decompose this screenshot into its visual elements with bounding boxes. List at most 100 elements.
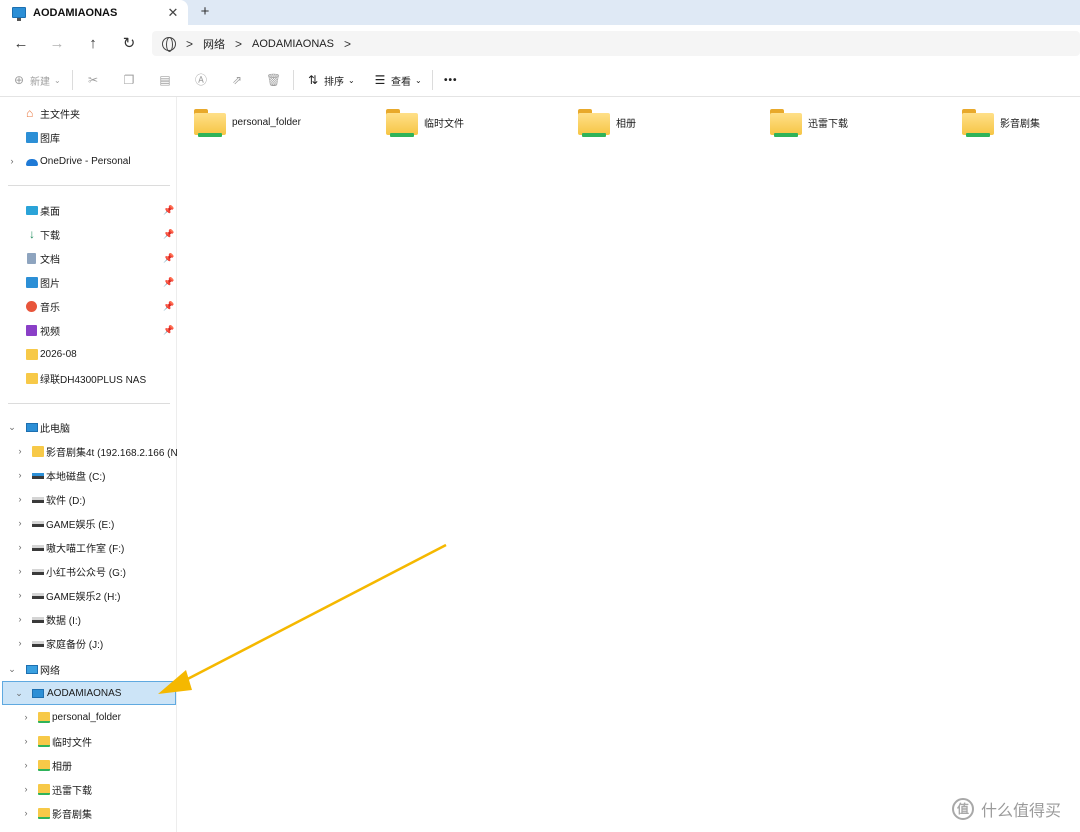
sidebar-item-label: 网络 [40,665,60,677]
more-button[interactable]: ••• [444,70,458,90]
chevron-right-icon[interactable]: › [21,808,31,818]
sidebar-item-network[interactable]: ⌄ 网络 [0,657,177,681]
sidebar-item-nas-folder[interactable]: › personal_folder [0,705,177,729]
drive-icon [32,497,44,503]
folder-tile[interactable]: personal_folder [194,106,301,138]
chevron-right-icon[interactable]: › [15,518,25,528]
chevron-right-icon[interactable]: › [7,156,17,166]
copy-button[interactable]: ❐ [122,70,136,90]
share-button[interactable]: ⇗ [230,70,244,90]
sidebar-item-videos[interactable]: 视频 📌 [0,318,177,342]
drive-icon [32,521,44,527]
toolbar-divider [432,70,433,90]
chevron-right-icon[interactable]: › [15,494,25,504]
sidebar-item-pictures[interactable]: 图片 📌 [0,270,177,294]
sidebar-item-drive[interactable]: › 本地磁盘 (C:) [0,463,177,487]
trash-icon: 🗑 [266,73,282,87]
rename-button[interactable]: Ⓐ [194,70,208,90]
folder-tile[interactable]: 影音剧集 [962,106,1040,138]
sidebar-item-ugreen-nas[interactable]: 绿联DH4300PLUS NAS [0,366,177,390]
chevron-down-icon[interactable]: ⌄ [7,422,17,433]
chevron-down-icon: ⌄ [415,75,422,85]
sidebar-item-home[interactable]: ⌂ 主文件夹 [0,101,177,125]
sidebar-item-desktop[interactable]: 桌面 📌 [0,198,177,222]
sidebar-item-this-pc[interactable]: ⌄ 此电脑 [0,415,177,439]
sidebar-item-label: GAME娱乐 (E:) [46,519,115,531]
sidebar-item-drive[interactable]: › 数据 (I:) [0,607,177,631]
sidebar-item-drive[interactable]: › GAME娱乐2 (H:) [0,583,177,607]
forward-button[interactable]: → [47,34,67,54]
refresh-button[interactable]: ↻ [119,34,139,54]
toolbar-divider [293,70,294,90]
pin-icon[interactable]: 📌 [163,325,174,336]
sidebar-item-nas-folder[interactable]: › 临时文件 [0,729,177,753]
sidebar-item-nas-folder[interactable]: › 迅雷下载 [0,777,177,801]
network-folder-icon [38,735,50,747]
sidebar-item-drive[interactable]: › 影音剧集4t (192.168.2.166 (NA [0,439,177,463]
chevron-right-icon[interactable]: › [21,760,31,770]
picture-icon [26,276,38,288]
up-button[interactable]: ↑ [83,34,103,54]
sidebar-item-label: 临时文件 [52,737,92,749]
sidebar-divider [8,403,170,404]
back-button[interactable]: ← [11,34,31,54]
chevron-right-icon[interactable]: › [15,470,25,480]
chevron-right-icon[interactable]: › [21,712,31,722]
sidebar-item-music[interactable]: 音乐 📌 [0,294,177,318]
pin-icon[interactable]: 📌 [163,229,174,240]
sort-button[interactable]: ⇅ 排序 ⌄ [306,70,355,90]
cut-button[interactable]: ✂ [86,70,100,90]
network-icon [26,664,38,674]
folder-tile[interactable]: 迅雷下载 [770,106,848,138]
sidebar-item-drive[interactable]: › GAME娱乐 (E:) [0,511,177,535]
chevron-right-icon[interactable]: › [15,590,25,600]
pin-icon[interactable]: 📌 [163,253,174,264]
command-bar: ⊕ 新建 ⌄ ✂ ❐ ▤ Ⓐ ⇗ 🗑 ⇅ 排序 ⌄ ☰ 查看 ⌄ ••• [0,62,1080,97]
view-button[interactable]: ☰ 查看 ⌄ [373,70,422,90]
breadcrumb-nas[interactable]: AODAMIAONAS [252,38,334,50]
sort-icon: ⇅ [307,73,319,87]
chevron-right-icon[interactable]: › [15,446,25,456]
pin-icon[interactable]: 📌 [163,301,174,312]
chevron-down-icon[interactable]: ⌄ [7,664,17,675]
sidebar-item-label: 音乐 [40,302,60,314]
folder-tile[interactable]: 相册 [578,106,636,138]
sidebar-item-drive[interactable]: › 家庭备份 (J:) [0,631,177,655]
breadcrumb-separator: > [235,36,243,51]
chevron-right-icon[interactable]: › [15,542,25,552]
explorer-tab[interactable]: AODAMIAONAS ✕ [0,0,188,25]
paste-button[interactable]: ▤ [158,70,172,90]
pin-icon[interactable]: 📌 [163,277,174,288]
folder-name: 迅雷下载 [808,118,848,130]
folder-tile[interactable]: 临时文件 [386,106,464,138]
sidebar-item-nas-selected[interactable]: ⌄ AODAMIAONAS [2,681,176,705]
sidebar-item-gallery[interactable]: 图库 [0,125,177,149]
chevron-down-icon: ⌄ [348,75,355,85]
new-tab-button[interactable]: + [196,3,214,21]
sidebar-item-folder-2026-08[interactable]: 2026-08 [0,342,177,366]
chevron-right-icon[interactable]: › [21,736,31,746]
sidebar-item-documents[interactable]: 文档 📌 [0,246,177,270]
sidebar-item-onedrive[interactable]: › OneDrive - Personal [0,149,177,173]
chevron-right-icon[interactable]: › [15,566,25,576]
windows-drive-icon [32,473,44,479]
delete-button[interactable]: 🗑 [266,70,282,90]
chevron-down-icon[interactable]: ⌄ [14,688,24,699]
computer-icon [32,688,44,698]
sidebar-item-nas-folder[interactable]: › 影音剧集 [0,801,177,825]
sidebar-item-drive[interactable]: › 软件 (D:) [0,487,177,511]
pin-icon[interactable]: 📌 [163,205,174,216]
chevron-right-icon[interactable]: › [15,638,25,648]
new-button[interactable]: ⊕ 新建 ⌄ [12,70,61,90]
computer-icon [12,7,26,21]
sidebar-item-label: personal_folder [52,711,121,723]
chevron-right-icon[interactable]: › [15,614,25,624]
chevron-right-icon[interactable]: › [21,784,31,794]
sidebar-item-nas-folder[interactable]: › 相册 [0,753,177,777]
address-field[interactable]: > 网络 > AODAMIAONAS > [152,31,1080,56]
sidebar-item-downloads[interactable]: ↓ 下载 📌 [0,222,177,246]
sidebar-item-drive[interactable]: › 小红书公众号 (G:) [0,559,177,583]
close-tab-icon[interactable]: ✕ [164,5,182,21]
sidebar-item-drive[interactable]: › 嗷大喵工作室 (F:) [0,535,177,559]
breadcrumb-network[interactable]: 网络 [203,36,225,52]
